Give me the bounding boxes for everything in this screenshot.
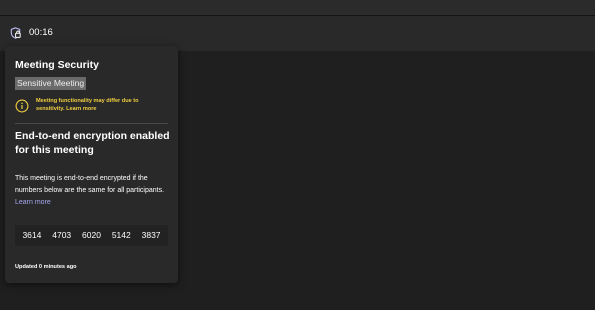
encryption-code: 6020 [82,230,101,240]
e2e-description: This meeting is end-to-end encrypted if … [15,173,167,209]
divider [15,123,168,124]
sensitivity-warning: Meeting functionality may differ due to … [36,97,158,113]
meeting-security-panel: Meeting Security Sensitive Meeting Meeti… [5,46,178,283]
encryption-code: 3837 [141,230,161,240]
sensitivity-label: Sensitive Meeting [15,77,87,90]
info-circle-icon [15,99,29,113]
warning-learn-more-link[interactable]: Learn more [66,106,96,112]
panel-title: Meeting Security [15,59,100,71]
encryption-code: 4703 [52,230,72,240]
e2e-heading: End-to-end encryption enabled for this m… [15,130,170,156]
encryption-code: 5142 [111,230,131,240]
shield-lock-icon[interactable] [8,26,22,40]
window-top-strip [0,0,595,16]
e2e-learn-more-link[interactable]: Learn more [15,199,51,206]
meeting-timer: 00:16 [29,27,53,38]
encryption-code-list: 3614 4703 6020 5142 3837 [15,225,168,246]
updated-status: Updated 0 minutes ago [15,264,77,270]
e2e-description-text: This meeting is end-to-end encrypted if … [15,175,165,194]
encryption-code: 3614 [22,230,42,240]
